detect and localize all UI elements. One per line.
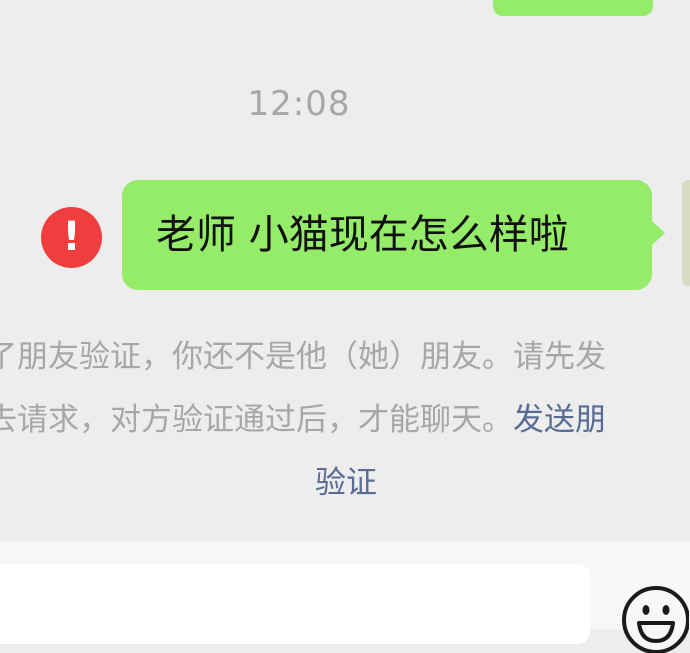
friend-verification-notice: 了朋友验证，你还不是他（她）朋友。请先发 去请求，对方验证通过后，才能聊天。发送… — [0, 326, 690, 515]
message-input[interactable] — [0, 564, 590, 644]
notice-line-2: 去请求，对方验证通过后，才能聊天。发送朋 — [0, 389, 690, 452]
send-friend-request-link-cont[interactable]: 验证 — [315, 465, 377, 501]
send-friend-request-link[interactable]: 发送朋 — [513, 402, 606, 438]
message-timestamp: 12:08 — [247, 84, 351, 124]
avatar[interactable] — [682, 180, 690, 286]
notice-line-2-text: 去请求，对方验证通过后，才能聊天。 — [0, 402, 513, 438]
notice-line-1: 了朋友验证，你还不是他（她）朋友。请先发 — [0, 339, 606, 375]
message-bubble[interactable]: 老师 小猫现在怎么样啦 — [122, 180, 652, 290]
message-bubble-tail — [651, 220, 665, 246]
previous-message-bubble[interactable] — [493, 0, 653, 16]
notice-line-3: 验证 — [0, 452, 690, 515]
send-failed-icon[interactable]: ! — [41, 207, 102, 268]
chat-area: 12:08 ! 老师 小猫现在怎么样啦 了朋友验证，你还不是他（她）朋友。请先发… — [0, 0, 690, 540]
smiley-face-icon[interactable] — [619, 583, 689, 653]
